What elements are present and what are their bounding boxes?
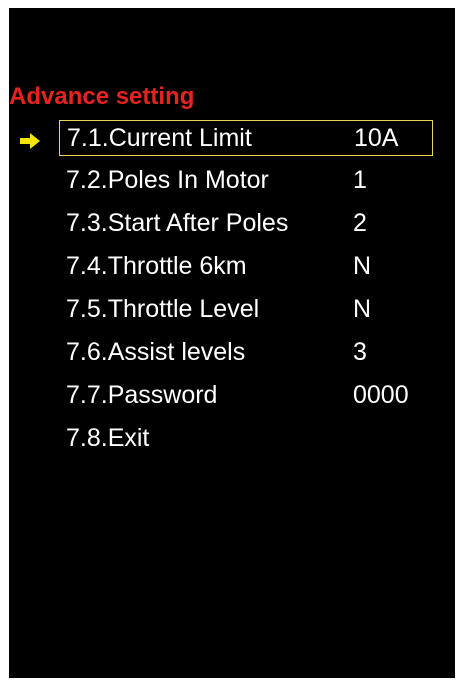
menu-item-assist-levels[interactable]: 7.6.Assist levels 3 [59,335,433,371]
menu-item-throttle-6km[interactable]: 7.4.Throttle 6km N [59,249,433,285]
menu-item-value: 3 [353,338,367,366]
menu-item-value: 0000 [353,381,409,409]
menu-item-value: 1 [353,166,367,194]
menu-item-throttle-level[interactable]: 7.5.Throttle Level N [59,292,433,328]
menu-item-exit[interactable]: 7.8.Exit [59,421,433,457]
menu-item-value: 2 [353,209,367,237]
menu-item-label: 7.5.Throttle Level [66,295,260,323]
menu-item-value: N [353,295,372,323]
menu-item-label: 7.4.Throttle 6km [66,252,247,280]
menu-item-start-after-poles[interactable]: 7.3.Start After Poles 2 [59,206,433,242]
menu-item-label: 7.8.Exit [66,424,150,452]
menu-item-label: 7.2.Poles In Motor [66,166,269,194]
menu-item-label: 7.7.Password [66,381,218,409]
display-screen: Advance setting 7.1.Current Limit 10A 7.… [9,8,455,678]
menu-item-poles-in-motor[interactable]: 7.2.Poles In Motor 1 [59,163,433,199]
menu-item-current-limit[interactable]: 7.1.Current Limit 10A [59,120,433,156]
menu-item-value: N [353,252,372,280]
menu-item-value: 10A [354,124,399,152]
arrow-right-icon [20,133,40,149]
page-title: Advance setting [9,83,195,110]
menu-item-label: 7.3.Start After Poles [66,209,289,237]
menu-item-password[interactable]: 7.7.Password 0000 [59,378,433,414]
menu-item-label: 7.6.Assist levels [66,338,246,366]
menu-item-label: 7.1.Current Limit [67,124,252,152]
